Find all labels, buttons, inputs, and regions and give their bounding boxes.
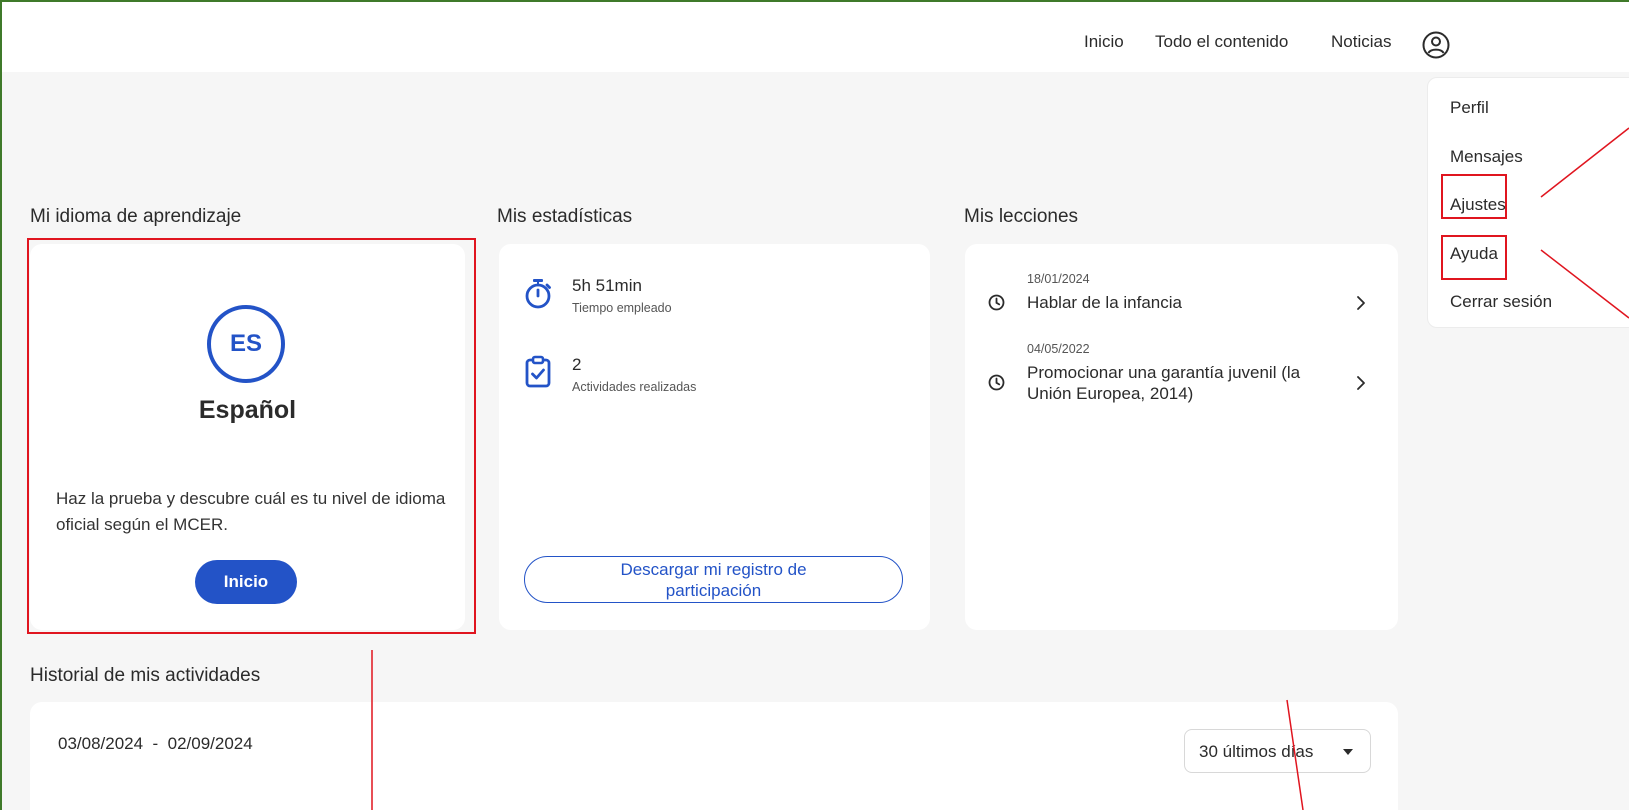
activities-value: 2 [572, 355, 582, 374]
language-badge: ES [207, 305, 285, 383]
clock-icon [988, 374, 1005, 391]
menu-item-cerrar-sesion[interactable]: Cerrar sesión [1450, 292, 1552, 312]
period-select[interactable]: 30 últimos días [1184, 729, 1371, 773]
clock-icon [988, 294, 1005, 311]
section-title-lecciones: Mis lecciones [964, 206, 1079, 227]
menu-item-ajustes[interactable]: Ajustes [1450, 195, 1506, 215]
lessons-card: 18/01/2024 Hablar de la infancia 04/05/2… [965, 244, 1398, 630]
activity-history-card: 03/08/2024 - 02/09/2024 30 últimos días [30, 702, 1398, 810]
section-title-idioma: Mi idioma de aprendizaje [30, 206, 242, 227]
section-title-historial: Historial de mis actividades [30, 665, 261, 686]
menu-item-ayuda[interactable]: Ayuda [1450, 244, 1498, 264]
stopwatch-icon [525, 279, 551, 309]
activities-label: Actividades realizadas [572, 380, 697, 394]
user-circle-icon[interactable] [1421, 30, 1451, 60]
menu-item-mensajes[interactable]: Mensajes [1450, 147, 1523, 167]
period-select-value: 30 últimos días [1199, 742, 1314, 761]
user-menu-dropdown: Perfil Mensajes Ajustes Ayuda Cerrar ses… [1427, 77, 1629, 328]
nav-todo-el-contenido-link[interactable]: Todo el contenido [1155, 32, 1288, 52]
history-date-range: 03/08/2024 - 02/09/2024 [58, 734, 253, 753]
start-test-button[interactable]: Inicio [195, 560, 297, 604]
chevron-right-icon [1357, 296, 1365, 310]
nav-noticias-link[interactable]: Noticias [1331, 32, 1391, 52]
time-spent-value: 5h 51min [572, 276, 642, 295]
language-description: Haz la prueba y descubre cuál es tu nive… [56, 489, 446, 534]
language-name: Español [198, 396, 297, 424]
lesson-date: 18/01/2024 [1027, 272, 1090, 286]
menu-item-perfil[interactable]: Perfil [1450, 98, 1489, 118]
time-spent-label: Tiempo empleado [572, 301, 672, 315]
chevron-right-icon [1357, 376, 1365, 390]
section-title-estadisticas: Mis estadísticas [497, 206, 633, 227]
lesson-title: Promocionar una garantía juvenil (la Uni… [1027, 363, 1301, 403]
lesson-title: Hablar de la infancia [1027, 293, 1182, 312]
nav-inicio-link[interactable]: Inicio [1084, 32, 1124, 52]
clipboard-check-icon [525, 355, 551, 388]
stats-card: 5h 51min Tiempo empleado 2 Actividades r… [499, 244, 930, 630]
lesson-date: 04/05/2022 [1027, 342, 1090, 356]
caret-down-icon [1343, 749, 1353, 755]
download-record-button[interactable]: Descargar mi registro de participación [524, 556, 903, 603]
language-card: ES Español Haz la prueba y descubre cuál… [30, 244, 465, 630]
